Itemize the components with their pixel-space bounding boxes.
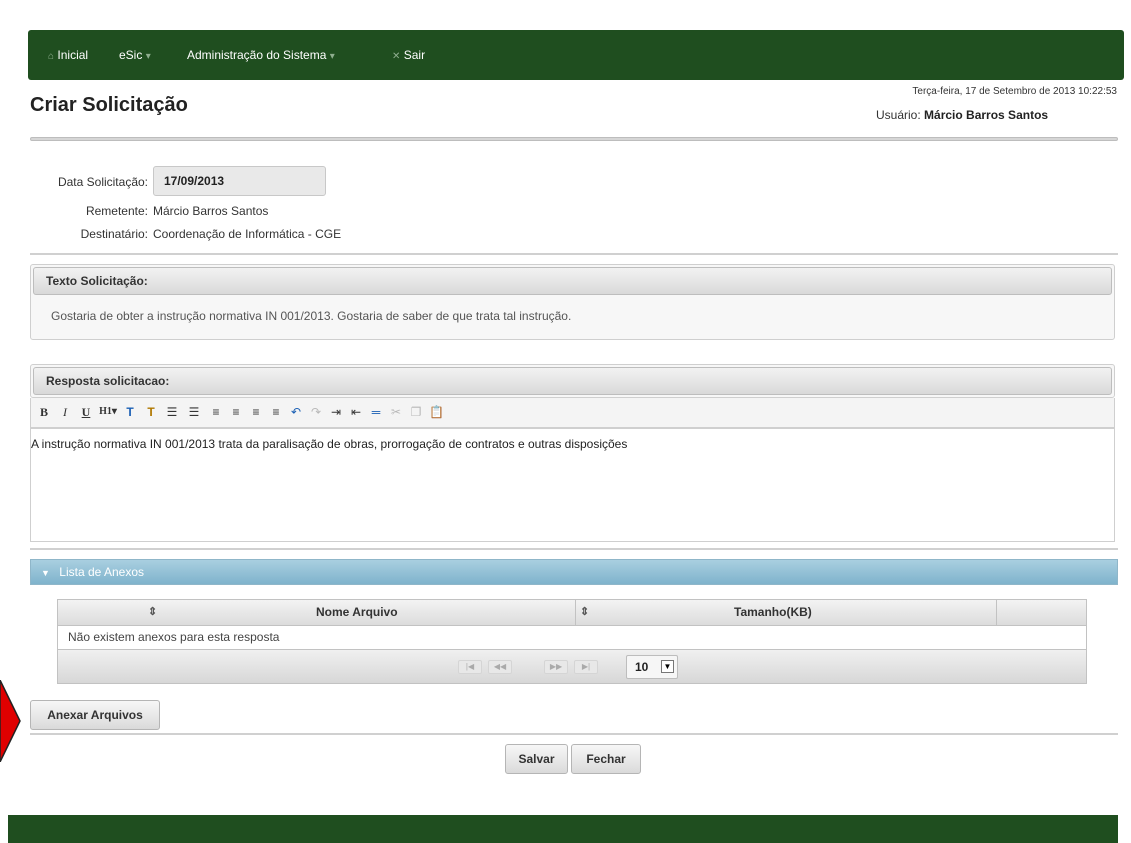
heading-icon[interactable]: H1▾ [97,404,119,420]
column-size[interactable]: ⇕ Tamanho(KB) [576,600,997,625]
request-text-header: Texto Solicitação: [33,267,1112,295]
chevron-down-icon: ▾ [329,51,335,62]
nav-esic-label: eSic [119,48,143,62]
divider [30,253,1118,255]
nav-logout-label: Sair [403,48,426,62]
nav-logout[interactable]: ✕ Sair [392,30,425,80]
nav-esic[interactable]: eSic ▾ [119,30,151,80]
divider [30,548,1118,550]
save-button[interactable]: Salvar [505,744,568,774]
user-name: Márcio Barros Santos [924,108,1049,122]
response-header: Resposta solicitacao: [33,367,1112,395]
align-justify-icon[interactable]: ≡ [269,404,283,420]
close-icon: ✕ [392,51,401,62]
attach-files-button[interactable]: Anexar Arquivos [30,700,160,730]
request-text-panel: Texto Solicitação: Gostaria de obter a i… [30,264,1115,340]
prev-page-icon[interactable]: ◀◀ [488,660,512,674]
outdent-icon[interactable]: ⇤ [349,404,363,420]
triangle-down-icon: ▼ [41,568,50,578]
table-empty-row: Não existem anexos para esta resposta [57,626,1087,650]
first-page-icon[interactable]: |◀ [458,660,482,674]
numbered-list-icon[interactable]: ☰ [187,404,201,420]
font-color-icon[interactable]: T [123,404,137,420]
sort-icon: ⇕ [148,606,158,618]
editor-toolbar: B I U H1▾ T T ☰ ☰ ≡ ≡ ≡ ≡ ↶ ↷ ⇥ ⇤ ═ ✂ ❐ … [30,398,1115,428]
undo-icon[interactable]: ↶ [289,404,303,420]
underline-icon[interactable]: U [79,404,93,420]
column-name[interactable]: ⇕ Nome Arquivo [58,600,576,625]
page-title: Criar Solicitação [30,94,188,116]
close-button[interactable]: Fechar [571,744,641,774]
nav-admin[interactable]: Administração do Sistema ▾ [187,30,335,80]
attachments-accordion-header[interactable]: ▼ Lista de Anexos [30,559,1118,585]
page-size-value: 10 [635,660,649,674]
user-label: Usuário: [876,108,921,122]
italic-icon[interactable]: I [58,404,72,420]
redo-icon[interactable]: ↷ [309,404,323,420]
bullet-list-icon[interactable]: ☰ [165,404,179,420]
recipient-value: Coordenação de Informática - CGE [153,227,342,241]
chevron-down-icon: ▼ [661,660,674,673]
current-datetime: Terça-feira, 17 de Setembro de 2013 10:2… [912,86,1117,97]
response-editor[interactable]: A instrução normativa IN 001/2013 trata … [30,428,1115,542]
column-size-label: Tamanho(KB) [734,605,812,619]
recipient-label: Destinatário: [80,227,148,241]
footer-bar [8,815,1118,843]
bold-icon[interactable]: B [37,404,51,420]
arrow-marker-icon [0,680,21,762]
top-navbar: ⌂ Inicial eSic ▾ Administração do Sistem… [28,30,1124,80]
cut-icon[interactable]: ✂ [389,404,403,420]
date-field[interactable]: 17/09/2013 [153,166,326,196]
column-name-label: Nome Arquivo [316,605,398,619]
sort-icon: ⇕ [580,606,590,618]
horizontal-rule-icon[interactable]: ═ [369,404,383,420]
user-info: Usuário: Márcio Barros Santos [876,108,1048,122]
indent-icon[interactable]: ⇥ [329,404,343,420]
title-divider [30,137,1118,141]
align-center-icon[interactable]: ≡ [229,404,243,420]
next-page-icon[interactable]: ▶▶ [544,660,568,674]
copy-icon[interactable]: ❐ [409,404,423,420]
date-label: Data Solicitação: [57,175,148,189]
align-left-icon[interactable]: ≡ [209,404,223,420]
attachments-table-header: ⇕ Nome Arquivo ⇕ Tamanho(KB) [57,599,1087,626]
request-text-body: Gostaria de obter a instrução normativa … [51,309,572,323]
sender-label: Remetente: [85,204,148,218]
home-icon: ⌂ [48,51,55,62]
page-size-select[interactable]: 10 ▼ [626,655,678,679]
align-right-icon[interactable]: ≡ [249,404,263,420]
paste-icon[interactable]: 📋 [429,404,444,420]
response-panel: Resposta solicitacao: [30,364,1115,398]
sender-value: Márcio Barros Santos [153,204,269,218]
chevron-down-icon: ▾ [145,51,151,62]
nav-admin-label: Administração do Sistema [187,48,327,62]
nav-home[interactable]: ⌂ Inicial [48,30,88,80]
attachments-title: Lista de Anexos [59,565,144,579]
table-pager: |◀ ◀◀ ▶▶ ▶| 10 ▼ [57,650,1087,684]
clear-format-icon[interactable]: T [144,404,158,420]
nav-home-label: Inicial [57,48,89,62]
last-page-icon[interactable]: ▶| [574,660,598,674]
divider [30,733,1118,735]
